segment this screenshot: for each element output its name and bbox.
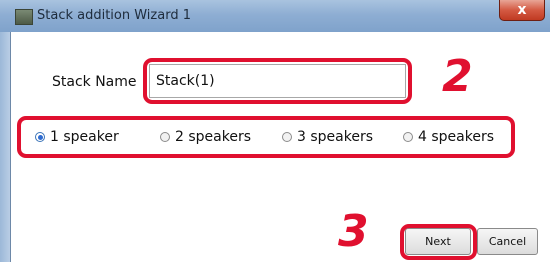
window-frame-border: [10, 32, 11, 262]
cancel-button[interactable]: Cancel: [477, 228, 538, 255]
close-button[interactable]: x: [499, 0, 545, 21]
stack-name-label: Stack Name: [52, 74, 137, 90]
step-number-3: 3: [338, 206, 369, 257]
window-title: Stack addition Wizard 1: [37, 8, 191, 23]
app-icon: [15, 9, 33, 25]
title-bar[interactable]: Stack addition Wizard 1 x: [0, 0, 550, 32]
highlight-speaker-options: [17, 116, 515, 158]
window-frame-left: [0, 32, 10, 262]
wizard-window: Stack addition Wizard 1 x Stack Name 2 1…: [0, 0, 550, 262]
highlight-stack-name: [143, 58, 412, 104]
step-number-2: 2: [442, 51, 473, 102]
highlight-next-button: [400, 224, 477, 260]
